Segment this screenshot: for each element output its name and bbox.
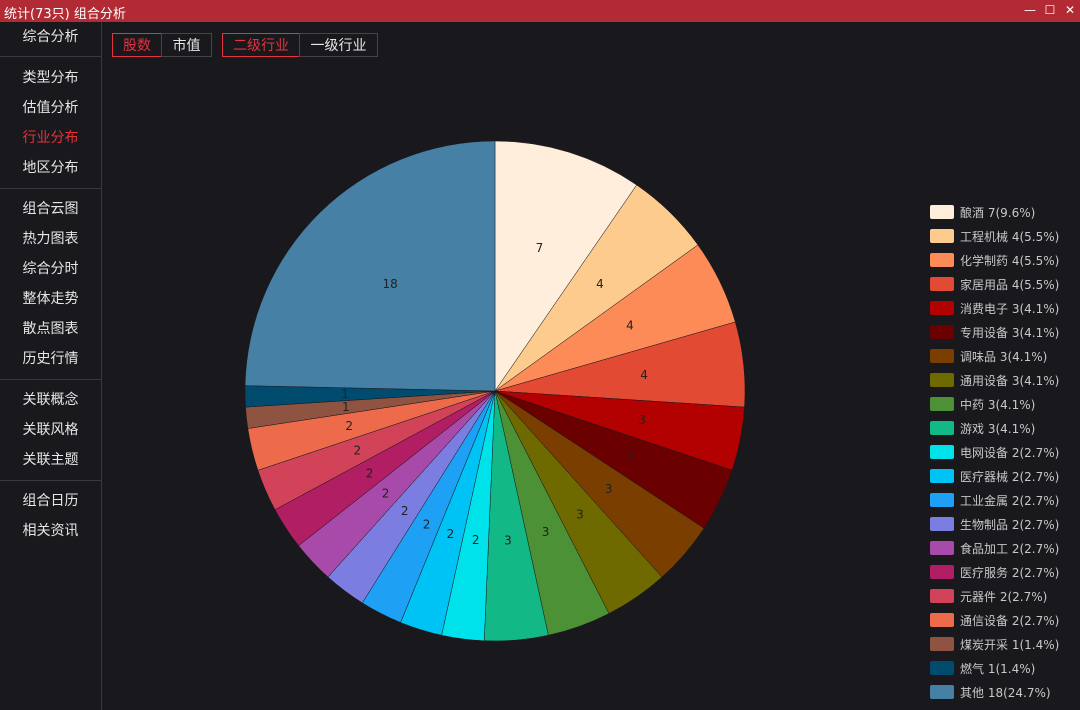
pie-slice-label: 2: [472, 533, 480, 547]
legend-label: 专用设备 3(4.1%): [960, 326, 1060, 340]
legend-swatch: [930, 661, 954, 675]
legend-label: 医疗器械 2(2.7%): [960, 470, 1060, 484]
legend-swatch: [930, 685, 954, 699]
legend-swatch: [930, 541, 954, 555]
legend-swatch: [930, 253, 954, 267]
legend-label: 中药 3(4.1%): [960, 398, 1036, 412]
pie-slice-label: 3: [638, 413, 646, 427]
legend-swatch: [930, 325, 954, 339]
pie-slice-label: 3: [605, 482, 613, 496]
pie-slice-label: 2: [345, 419, 353, 433]
pie-slice-label: 2: [423, 518, 431, 532]
industry-pie-chart: 7444333333222222221118: [244, 140, 746, 642]
legend-swatch: [930, 373, 954, 387]
legend-swatch: [930, 421, 954, 435]
pie-slice-label: 1: [341, 387, 349, 401]
pie-slice-label: 2: [382, 487, 390, 501]
legend-label: 酿酒 7(9.6%): [960, 206, 1036, 220]
legend-label: 其他 18(24.7%): [960, 686, 1051, 700]
pie-slice-label: 3: [542, 525, 550, 539]
legend-label: 游戏 3(4.1%): [960, 422, 1036, 436]
legend-swatch: [930, 397, 954, 411]
legend-label: 调味品 3(4.1%): [960, 350, 1048, 364]
legend-label: 工业金属 2(2.7%): [960, 494, 1060, 508]
legend-swatch: [930, 589, 954, 603]
pie-slice-label: 4: [596, 277, 604, 291]
pie-slice[interactable]: [244, 140, 496, 392]
legend-swatch: [930, 445, 954, 459]
legend-label: 化学制药 4(5.5%): [960, 254, 1060, 268]
legend-swatch: [930, 205, 954, 219]
pie-slice-label: 4: [640, 368, 648, 382]
legend-swatch: [930, 637, 954, 651]
legend-swatch: [930, 493, 954, 507]
legend-label: 食品加工 2(2.7%): [960, 542, 1060, 556]
pie-slice-label: 3: [576, 508, 584, 522]
legend-label: 消费电子 3(4.1%): [960, 302, 1060, 316]
legend-label: 医疗服务 2(2.7%): [960, 566, 1060, 580]
pie-slice-label: 3: [504, 533, 512, 547]
legend-swatch: [930, 565, 954, 579]
pie-slice-label: 1: [342, 400, 350, 414]
pie-slice-label: 4: [626, 319, 634, 333]
legend-swatch: [930, 349, 954, 363]
pie-slice-label: 3: [626, 449, 634, 463]
legend-label: 电网设备 2(2.7%): [960, 446, 1060, 460]
legend-label: 通信设备 2(2.7%): [960, 614, 1060, 628]
legend-label: 燃气 1(1.4%): [960, 662, 1036, 676]
pie-slice-label: 2: [401, 504, 409, 518]
legend-swatch: [930, 229, 954, 243]
pie-slice-label: 7: [536, 241, 544, 255]
pie-slice-label: 2: [366, 466, 374, 480]
legend-label: 生物制品 2(2.7%): [960, 518, 1060, 532]
pie-slice-label: 2: [354, 444, 362, 458]
legend-label: 煤炭开采 1(1.4%): [960, 638, 1060, 652]
legend-label: 家居用品 4(5.5%): [960, 278, 1060, 292]
legend-swatch: [930, 301, 954, 315]
legend-swatch: [930, 469, 954, 483]
pie-slice-label: 2: [447, 527, 455, 541]
legend-label: 元器件 2(2.7%): [960, 590, 1048, 604]
legend-label: 工程机械 4(5.5%): [960, 230, 1060, 244]
legend-swatch: [930, 517, 954, 531]
legend-label: 通用设备 3(4.1%): [960, 374, 1060, 388]
legend-swatch: [930, 613, 954, 627]
pie-slice-label: 18: [382, 277, 397, 291]
legend-swatch: [930, 277, 954, 291]
